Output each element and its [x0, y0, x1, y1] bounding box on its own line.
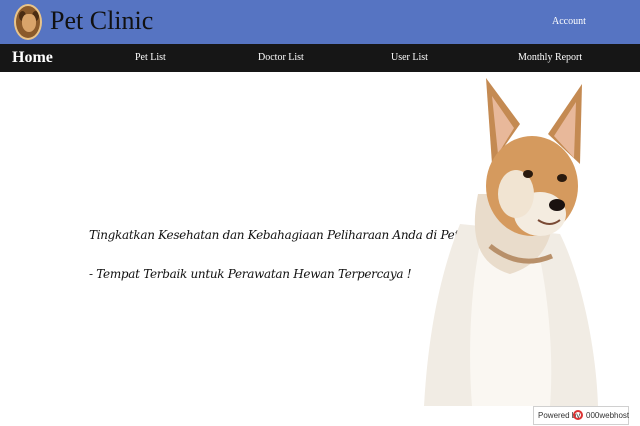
account-link[interactable]: Account	[552, 16, 586, 27]
nav-home[interactable]: Home	[12, 44, 53, 72]
powered-by-badge[interactable]: Powered by 000webhost	[533, 406, 629, 425]
site-title[interactable]: Pet Clinic	[50, 6, 153, 36]
hero-tagline-line2: - Tempat Terbaik untuk Perawatan Hewan T…	[89, 267, 412, 281]
dog-photo	[424, 78, 598, 406]
main-nav: Home Pet List Doctor List User List Mont…	[0, 44, 640, 72]
webhost-logo-icon	[573, 410, 583, 420]
nav-user-list[interactable]: User List	[391, 44, 428, 72]
powered-by-brand: 000webhost	[586, 411, 630, 420]
hero-tagline-line1: Tingkatkan Kesehatan dan Kebahagiaan Pel…	[89, 228, 496, 242]
nav-doctor-list[interactable]: Doctor List	[258, 44, 304, 72]
pet-clinic-logo-icon[interactable]	[14, 4, 42, 40]
header-bar: Pet Clinic Account	[0, 0, 640, 44]
nav-monthly-report[interactable]: Monthly Report	[518, 44, 582, 72]
nav-pet-list[interactable]: Pet List	[135, 44, 166, 72]
